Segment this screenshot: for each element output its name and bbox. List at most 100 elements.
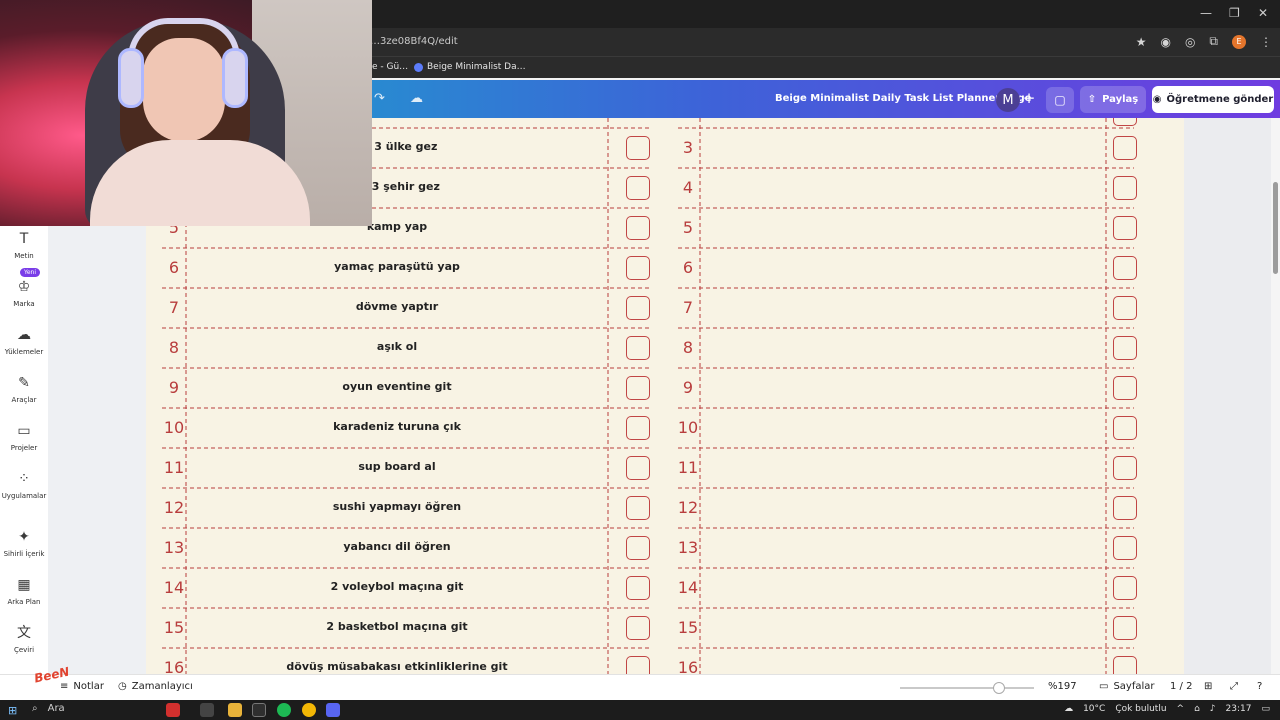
address-bar-icons: ★ ◉ ◎ ⧉ E ⋮ bbox=[1136, 34, 1272, 49]
task-view-icon[interactable] bbox=[200, 703, 214, 717]
vertical-scrollbar[interactable] bbox=[1271, 118, 1280, 674]
sidebar-item-magic-content[interactable]: ✦ Sihirli İçerik bbox=[0, 528, 48, 558]
document-title[interactable]: Beige Minimalist Daily Task List Planner… bbox=[775, 93, 1031, 104]
task-checkbox[interactable] bbox=[1113, 176, 1137, 200]
task-checkbox[interactable] bbox=[1113, 456, 1137, 480]
fullscreen-icon[interactable]: ⤢ bbox=[1230, 681, 1238, 692]
windows-start-icon[interactable]: ⊞ bbox=[8, 704, 17, 717]
task-checkbox[interactable] bbox=[626, 176, 650, 200]
minimize-icon[interactable]: — bbox=[1200, 6, 1212, 20]
task-text[interactable]: sup board al bbox=[186, 460, 608, 473]
sidebar-item-tools[interactable]: ✎ Araçlar bbox=[0, 374, 48, 404]
pages-button[interactable]: ▭ Sayfalar bbox=[1099, 681, 1155, 692]
task-text[interactable]: oyun eventine git bbox=[186, 380, 608, 393]
search-icon: ⌕ bbox=[32, 703, 38, 714]
notes-button[interactable]: ≡ Notlar bbox=[60, 681, 104, 692]
task-checkbox[interactable] bbox=[1113, 216, 1137, 240]
task-checkbox[interactable] bbox=[626, 496, 650, 520]
task-checkbox[interactable] bbox=[1113, 336, 1137, 360]
avatar[interactable]: M bbox=[996, 88, 1020, 112]
task-text[interactable]: dövüş müsabakası etkinliklerine git bbox=[186, 660, 608, 673]
task-checkbox[interactable] bbox=[626, 616, 650, 640]
discord-icon[interactable] bbox=[326, 703, 340, 717]
task-checkbox[interactable] bbox=[1113, 496, 1137, 520]
task-text[interactable]: aşık ol bbox=[186, 340, 608, 353]
task-checkbox[interactable] bbox=[1113, 118, 1137, 126]
webcam-overlay bbox=[0, 0, 372, 226]
volume-icon[interactable]: ♪ bbox=[1210, 704, 1216, 714]
task-checkbox[interactable] bbox=[1113, 376, 1137, 400]
sidebar-item-apps[interactable]: ⁘ Uygulamalar bbox=[0, 470, 48, 500]
add-collaborator-icon[interactable]: + bbox=[1022, 89, 1036, 107]
task-checkbox[interactable] bbox=[626, 456, 650, 480]
task-checkbox[interactable] bbox=[626, 576, 650, 600]
task-checkbox[interactable] bbox=[626, 136, 650, 160]
bookmark-star-icon[interactable]: ★ bbox=[1136, 35, 1147, 49]
task-checkbox[interactable] bbox=[626, 256, 650, 280]
windows-taskbar: ⊞ ⌕ Ara ☁ 10°C Çok bulutlu ^ ⌂ ♪ 23:17 ▭ bbox=[0, 700, 1280, 720]
sidebar-item-background[interactable]: ▦ Arka Plan bbox=[0, 576, 48, 606]
close-icon[interactable]: ✕ bbox=[1258, 6, 1268, 20]
task-text[interactable]: dövme yaptır bbox=[186, 300, 608, 313]
task-checkbox[interactable] bbox=[626, 376, 650, 400]
task-checkbox[interactable] bbox=[1113, 536, 1137, 560]
profile-avatar[interactable]: E bbox=[1232, 34, 1246, 49]
task-checkbox[interactable] bbox=[626, 536, 650, 560]
sidebar-item-uploads[interactable]: ☁ Yüklemeler bbox=[0, 326, 48, 356]
task-checkbox[interactable] bbox=[626, 296, 650, 320]
notification-icon[interactable]: ▭ bbox=[1261, 704, 1270, 714]
restore-icon[interactable]: ❐ bbox=[1229, 6, 1240, 20]
scrollbar-thumb[interactable] bbox=[1273, 182, 1278, 274]
cast-icon[interactable]: ◎ bbox=[1185, 35, 1195, 49]
task-checkbox[interactable] bbox=[626, 216, 650, 240]
task-text[interactable]: sushi yapmayı öğren bbox=[186, 500, 608, 513]
row-number: 11 bbox=[677, 458, 699, 477]
help-icon[interactable]: ? bbox=[1257, 681, 1262, 692]
zoom-level[interactable]: %197 bbox=[1048, 681, 1077, 692]
task-checkbox[interactable] bbox=[626, 416, 650, 440]
task-checkbox[interactable] bbox=[1113, 616, 1137, 640]
bookmark-item[interactable]: e - Gü… bbox=[372, 62, 408, 72]
bookmark-item[interactable]: Beige Minimalist Da… bbox=[414, 62, 526, 72]
network-icon[interactable]: ⌂ bbox=[1194, 704, 1200, 714]
weather-icon[interactable]: ☁ bbox=[1064, 704, 1073, 714]
sidebar-item-text[interactable]: T Metin bbox=[0, 230, 48, 260]
url-text[interactable]: …3ze08Bf4Q/edit bbox=[370, 36, 458, 47]
chrome-icon[interactable] bbox=[302, 703, 316, 717]
send-to-teacher-button[interactable]: ◉ Öğretmene gönder bbox=[1152, 86, 1274, 113]
taskbar-search[interactable]: ⌕ Ara bbox=[32, 703, 65, 714]
task-checkbox[interactable] bbox=[1113, 296, 1137, 320]
cloud-save-icon[interactable]: ☁ bbox=[410, 91, 423, 106]
grid-view-icon[interactable]: ⊞ bbox=[1204, 681, 1212, 692]
comment-icon[interactable]: ▢ bbox=[1046, 87, 1074, 113]
task-text[interactable]: 2 basketbol maçına git bbox=[186, 620, 608, 633]
app-icon[interactable] bbox=[166, 703, 180, 717]
timer-button[interactable]: ◷ Zamanlayıcı bbox=[118, 681, 193, 692]
task-checkbox[interactable] bbox=[1113, 576, 1137, 600]
zoom-slider-track[interactable] bbox=[900, 687, 1034, 689]
puzzle-icon[interactable]: ⧉ bbox=[1209, 34, 1218, 49]
extension-icon[interactable]: ◉ bbox=[1160, 35, 1170, 49]
obs-icon[interactable] bbox=[252, 703, 266, 717]
sidebar-item-brand[interactable]: ♔ Marka bbox=[0, 278, 48, 308]
redo-icon[interactable]: ↷ bbox=[374, 91, 385, 106]
zoom-slider-thumb[interactable] bbox=[993, 682, 1005, 694]
spotify-icon[interactable] bbox=[277, 703, 291, 717]
task-checkbox[interactable] bbox=[626, 656, 650, 674]
task-checkbox[interactable] bbox=[1113, 656, 1137, 674]
task-text[interactable]: 2 voleybol maçına git bbox=[186, 580, 608, 593]
task-checkbox[interactable] bbox=[1113, 256, 1137, 280]
task-text[interactable]: yamaç paraşütü yap bbox=[186, 260, 608, 273]
task-checkbox[interactable] bbox=[1113, 136, 1137, 160]
share-button[interactable]: ⇧ Paylaş bbox=[1080, 86, 1146, 113]
task-text[interactable]: yabancı dil öğren bbox=[186, 540, 608, 553]
tray-chevron-icon[interactable]: ^ bbox=[1177, 704, 1185, 714]
brand-icon: ♔ bbox=[17, 279, 31, 295]
sidebar-item-translate[interactable]: 文 Çeviri bbox=[0, 624, 48, 654]
more-menu-icon[interactable]: ⋮ bbox=[1260, 35, 1272, 49]
task-checkbox[interactable] bbox=[626, 336, 650, 360]
task-text[interactable]: karadeniz turuna çık bbox=[186, 420, 608, 433]
sidebar-item-projects[interactable]: ▭ Projeler bbox=[0, 422, 48, 452]
file-explorer-icon[interactable] bbox=[228, 703, 242, 717]
task-checkbox[interactable] bbox=[1113, 416, 1137, 440]
